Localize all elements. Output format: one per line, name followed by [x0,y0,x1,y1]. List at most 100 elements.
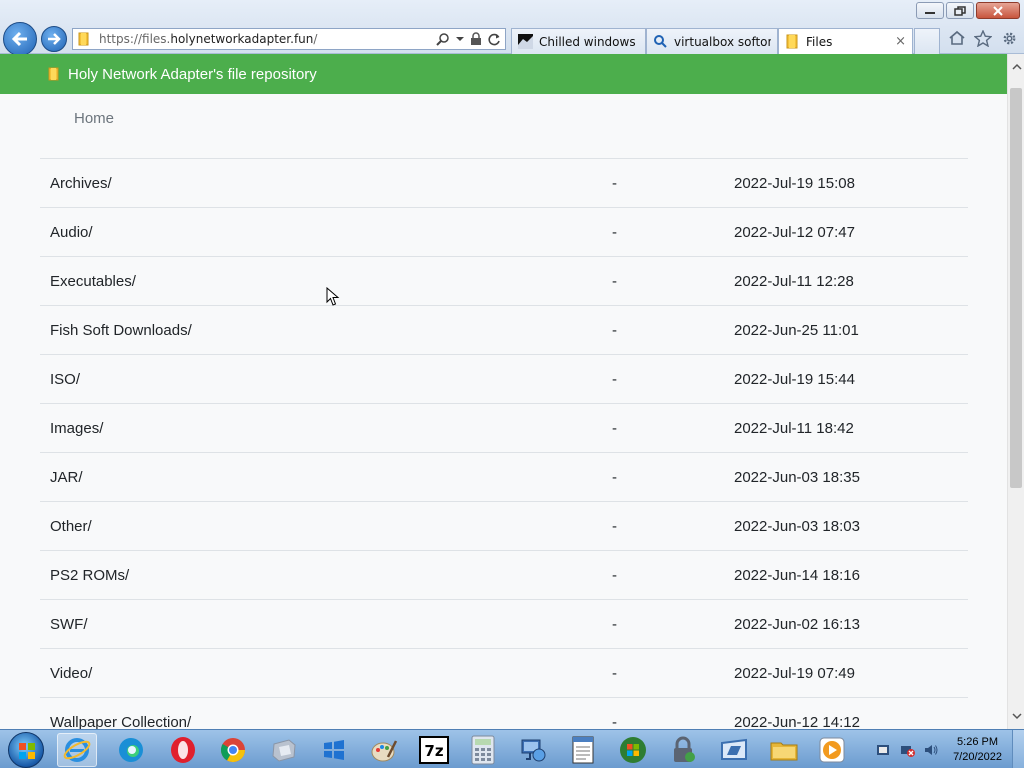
entry-name[interactable]: Audio/ [50,224,93,241]
gear-icon [1003,32,1015,44]
page-viewport: Holy Network Adapter's file repository H… [0,54,1007,729]
entry-name[interactable]: Archives/ [50,175,112,192]
close-window-button[interactable] [976,2,1020,19]
video-thumbnail-icon [518,34,533,49]
browser-toolbar-icons [948,29,1018,47]
calculator-icon [471,735,495,765]
taskbar-opera[interactable] [163,733,203,767]
tab-files[interactable]: Files × [778,28,913,54]
favorites-button[interactable] [974,29,992,47]
tab-label: virtualbox softoni... [674,34,771,49]
home-icon [949,30,965,45]
list-item[interactable]: Executables/ - 2022-Jul-11 12:28 [40,256,968,305]
folder-icon [48,67,59,81]
refresh-icon[interactable] [488,33,501,46]
clock-time: 5:26 PM [957,735,999,748]
new-tab-button[interactable] [914,28,940,54]
taskbar: 7z 5:26 PM 7/20/2022 [0,729,1024,768]
tab-virtualbox-search[interactable]: virtualbox softoni... [646,28,778,54]
close-tab-button[interactable]: × [895,34,906,49]
list-item[interactable]: Video/ - 2022-Jul-19 07:49 [40,648,968,697]
entry-date: 2022-Jul-19 15:08 [734,174,855,192]
taskbar-virtualbox[interactable] [264,733,304,767]
entry-size: - [612,272,617,290]
breadcrumb-home[interactable]: Home [74,110,114,127]
home-button[interactable] [948,29,966,47]
entry-name[interactable]: PS2 ROMs/ [50,567,129,584]
scroll-thumb[interactable] [1010,88,1022,488]
scroll-down-button[interactable] [1008,708,1024,725]
entry-date: 2022-Jul-12 07:47 [734,223,855,241]
settings-button[interactable] [1000,29,1018,47]
back-button[interactable] [3,22,37,56]
list-item[interactable]: Audio/ - 2022-Jul-12 07:47 [40,207,968,256]
virtualbox-icon [272,739,296,762]
entry-date: 2022-Jul-19 15:44 [734,370,855,388]
restore-button[interactable] [946,2,974,19]
taskbar-paint[interactable] [364,733,404,767]
taskbar-image-editor[interactable] [714,733,754,767]
list-item[interactable]: Archives/ - 2022-Jul-19 15:08 [40,158,968,207]
list-item[interactable]: ISO/ - 2022-Jul-19 15:44 [40,354,968,403]
taskbar-7zip[interactable]: 7z [414,733,454,767]
forward-arrow-icon [48,33,61,45]
list-item[interactable]: Fish Soft Downloads/ - 2022-Jun-25 11:01 [40,305,968,354]
taskbar-edge[interactable] [111,733,151,767]
tab-chilled-windows[interactable]: Chilled windows ... [511,28,646,54]
taskbar-calculator[interactable] [463,733,503,767]
taskbar-store[interactable] [314,733,354,767]
site-title: Holy Network Adapter's file repository [68,65,317,83]
taskbar-internet-explorer[interactable] [57,733,97,767]
address-bar[interactable]: https://files.holynetworkadapter.fun/ [72,28,506,50]
entry-name[interactable]: Fish Soft Downloads/ [50,322,192,339]
entry-size: - [612,223,617,241]
search-icon[interactable] [436,32,450,46]
chevron-down-icon[interactable] [456,36,464,42]
list-item[interactable]: PS2 ROMs/ - 2022-Jun-14 18:16 [40,550,968,599]
start-button[interactable] [8,732,44,768]
tab-label: Files [806,34,833,49]
entry-name[interactable]: Other/ [50,518,92,535]
volume-icon[interactable] [923,742,939,758]
entry-name[interactable]: ISO/ [50,371,80,388]
chrome-icon [220,738,245,763]
list-item[interactable]: Wallpaper Collection/ - 2022-Jun-12 14:12 [40,697,968,729]
lock-icon[interactable] [470,32,482,46]
address-tools [436,32,501,46]
entry-name[interactable]: Wallpaper Collection/ [50,714,191,730]
star-icon [974,29,992,47]
entry-name[interactable]: JAR/ [50,469,83,486]
entry-name[interactable]: Video/ [50,665,92,682]
scroll-up-button[interactable] [1008,58,1024,75]
entry-name[interactable]: Images/ [50,420,103,437]
taskbar-network-tool[interactable] [513,733,553,767]
windows-store-icon [324,740,344,760]
url-text[interactable]: https://files.holynetworkadapter.fun/ [99,32,317,46]
restore-icon [954,5,966,16]
list-item[interactable]: Images/ - 2022-Jul-11 18:42 [40,403,968,452]
vertical-scrollbar[interactable] [1007,54,1024,729]
taskbar-security[interactable] [663,733,703,767]
taskbar-media-player[interactable] [812,733,852,767]
network-disconnected-icon[interactable] [899,742,916,758]
list-item[interactable]: Other/ - 2022-Jun-03 18:03 [40,501,968,550]
entry-size: - [612,615,617,633]
taskbar-clock[interactable]: 5:26 PM 7/20/2022 [953,735,1002,765]
entry-date: 2022-Jun-03 18:03 [734,517,860,535]
entry-name[interactable]: Executables/ [50,273,136,290]
taskbar-chrome[interactable] [213,733,253,767]
taskbar-windows-update[interactable] [613,733,653,767]
internet-explorer-icon [63,738,91,762]
show-desktop-button[interactable] [1012,730,1024,768]
taskbar-notepad[interactable] [563,733,603,767]
list-item[interactable]: JAR/ - 2022-Jun-03 18:35 [40,452,968,501]
minimize-button[interactable] [916,2,944,19]
flag-icon[interactable] [875,742,891,758]
edge-icon [119,738,143,762]
taskbar-file-explorer[interactable] [764,733,804,767]
forward-button[interactable] [41,26,67,52]
entry-size: - [612,174,617,192]
image-editor-icon [721,738,747,760]
list-item[interactable]: SWF/ - 2022-Jun-02 16:13 [40,599,968,648]
entry-name[interactable]: SWF/ [50,616,88,633]
